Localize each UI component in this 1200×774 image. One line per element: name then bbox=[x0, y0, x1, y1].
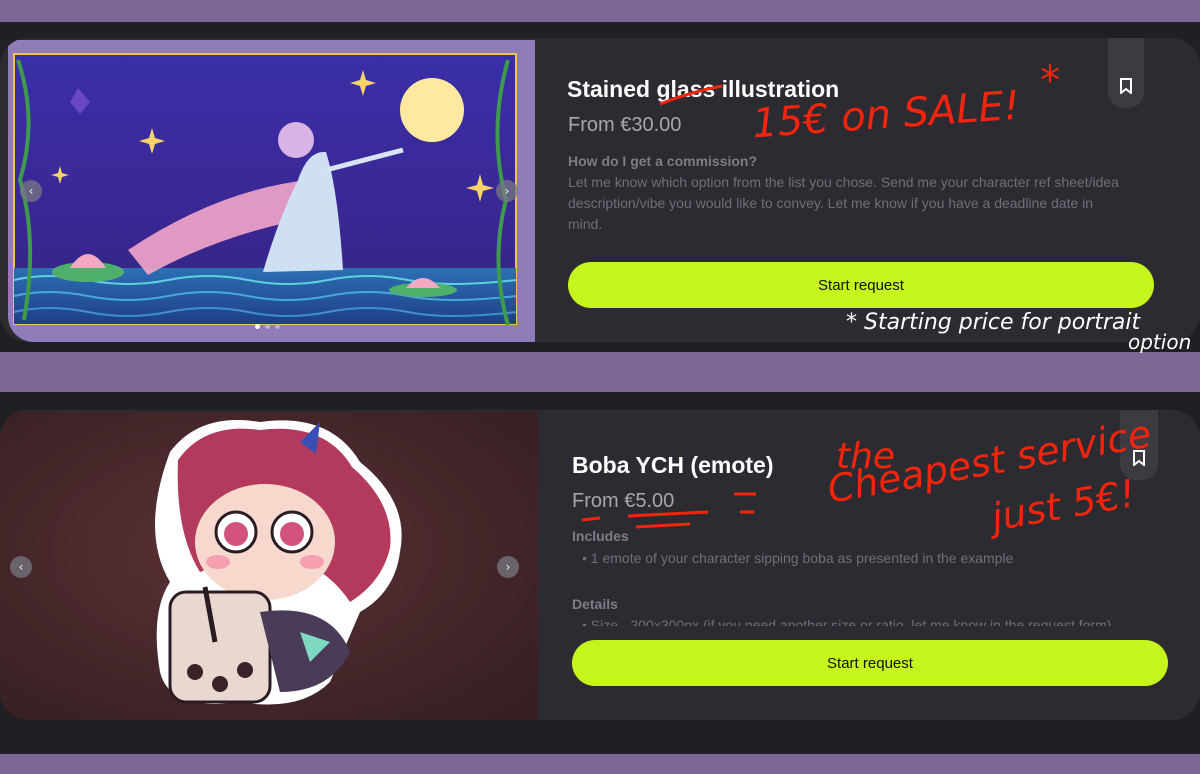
details-bullet: • Size - 300x300px (if you need another … bbox=[582, 617, 1162, 626]
chevron-left-icon: ‹ bbox=[28, 184, 34, 198]
start-request-button[interactable]: Start request bbox=[572, 640, 1168, 686]
stained-glass-image: ‹ › bbox=[8, 40, 535, 342]
sale-asterisk: * bbox=[1040, 58, 1060, 104]
service-price: From €5.00 bbox=[572, 490, 675, 512]
bottom-band bbox=[0, 754, 1200, 774]
boba-image: ‹ › bbox=[0, 412, 538, 720]
chevron-left-icon: ‹ bbox=[18, 560, 24, 574]
commission-heading: How do I get a commission? bbox=[568, 153, 758, 169]
carousel-prev-button[interactable]: ‹ bbox=[20, 180, 42, 202]
stained-glass-moon-icon bbox=[8, 40, 535, 342]
bookmark-button[interactable] bbox=[1108, 38, 1144, 108]
service-title: Boba YCH (emote) bbox=[572, 452, 774, 478]
carousel-dot-3[interactable] bbox=[275, 324, 280, 329]
chibi-boba-character-icon bbox=[155, 420, 402, 705]
includes-bullet: • 1 emote of your character sipping boba… bbox=[582, 550, 1014, 566]
carousel-dot-2[interactable] bbox=[265, 324, 270, 329]
footnote-line2: option bbox=[1128, 330, 1192, 354]
details-bullet-text: Size - 300x300px (if you need another si… bbox=[590, 617, 1112, 626]
carousel-next-button[interactable]: › bbox=[497, 556, 519, 578]
service-price: From €30.00 bbox=[568, 114, 682, 136]
bookmark-icon bbox=[1120, 78, 1132, 94]
carousel-prev-button[interactable]: ‹ bbox=[10, 556, 32, 578]
carousel-dots bbox=[255, 324, 280, 329]
includes-heading: Includes bbox=[572, 528, 629, 544]
chevron-right-icon: › bbox=[504, 184, 510, 198]
details-heading: Details bbox=[572, 596, 618, 612]
includes-bullet-text: 1 emote of your character sipping boba a… bbox=[590, 550, 1014, 566]
start-request-button[interactable]: Start request bbox=[568, 262, 1154, 308]
service-card-stained-glass: ‹ › Stained glass illustration From €30.… bbox=[0, 38, 1200, 342]
footnote-line1: * Starting price for portrait bbox=[846, 310, 1141, 335]
chevron-right-icon: › bbox=[505, 560, 511, 574]
carousel-dot-1[interactable] bbox=[255, 324, 260, 329]
middle-band bbox=[0, 352, 1200, 392]
carousel-next-button[interactable]: › bbox=[496, 180, 518, 202]
commission-description: Let me know which option from the list y… bbox=[568, 174, 1119, 232]
top-band bbox=[0, 0, 1200, 22]
